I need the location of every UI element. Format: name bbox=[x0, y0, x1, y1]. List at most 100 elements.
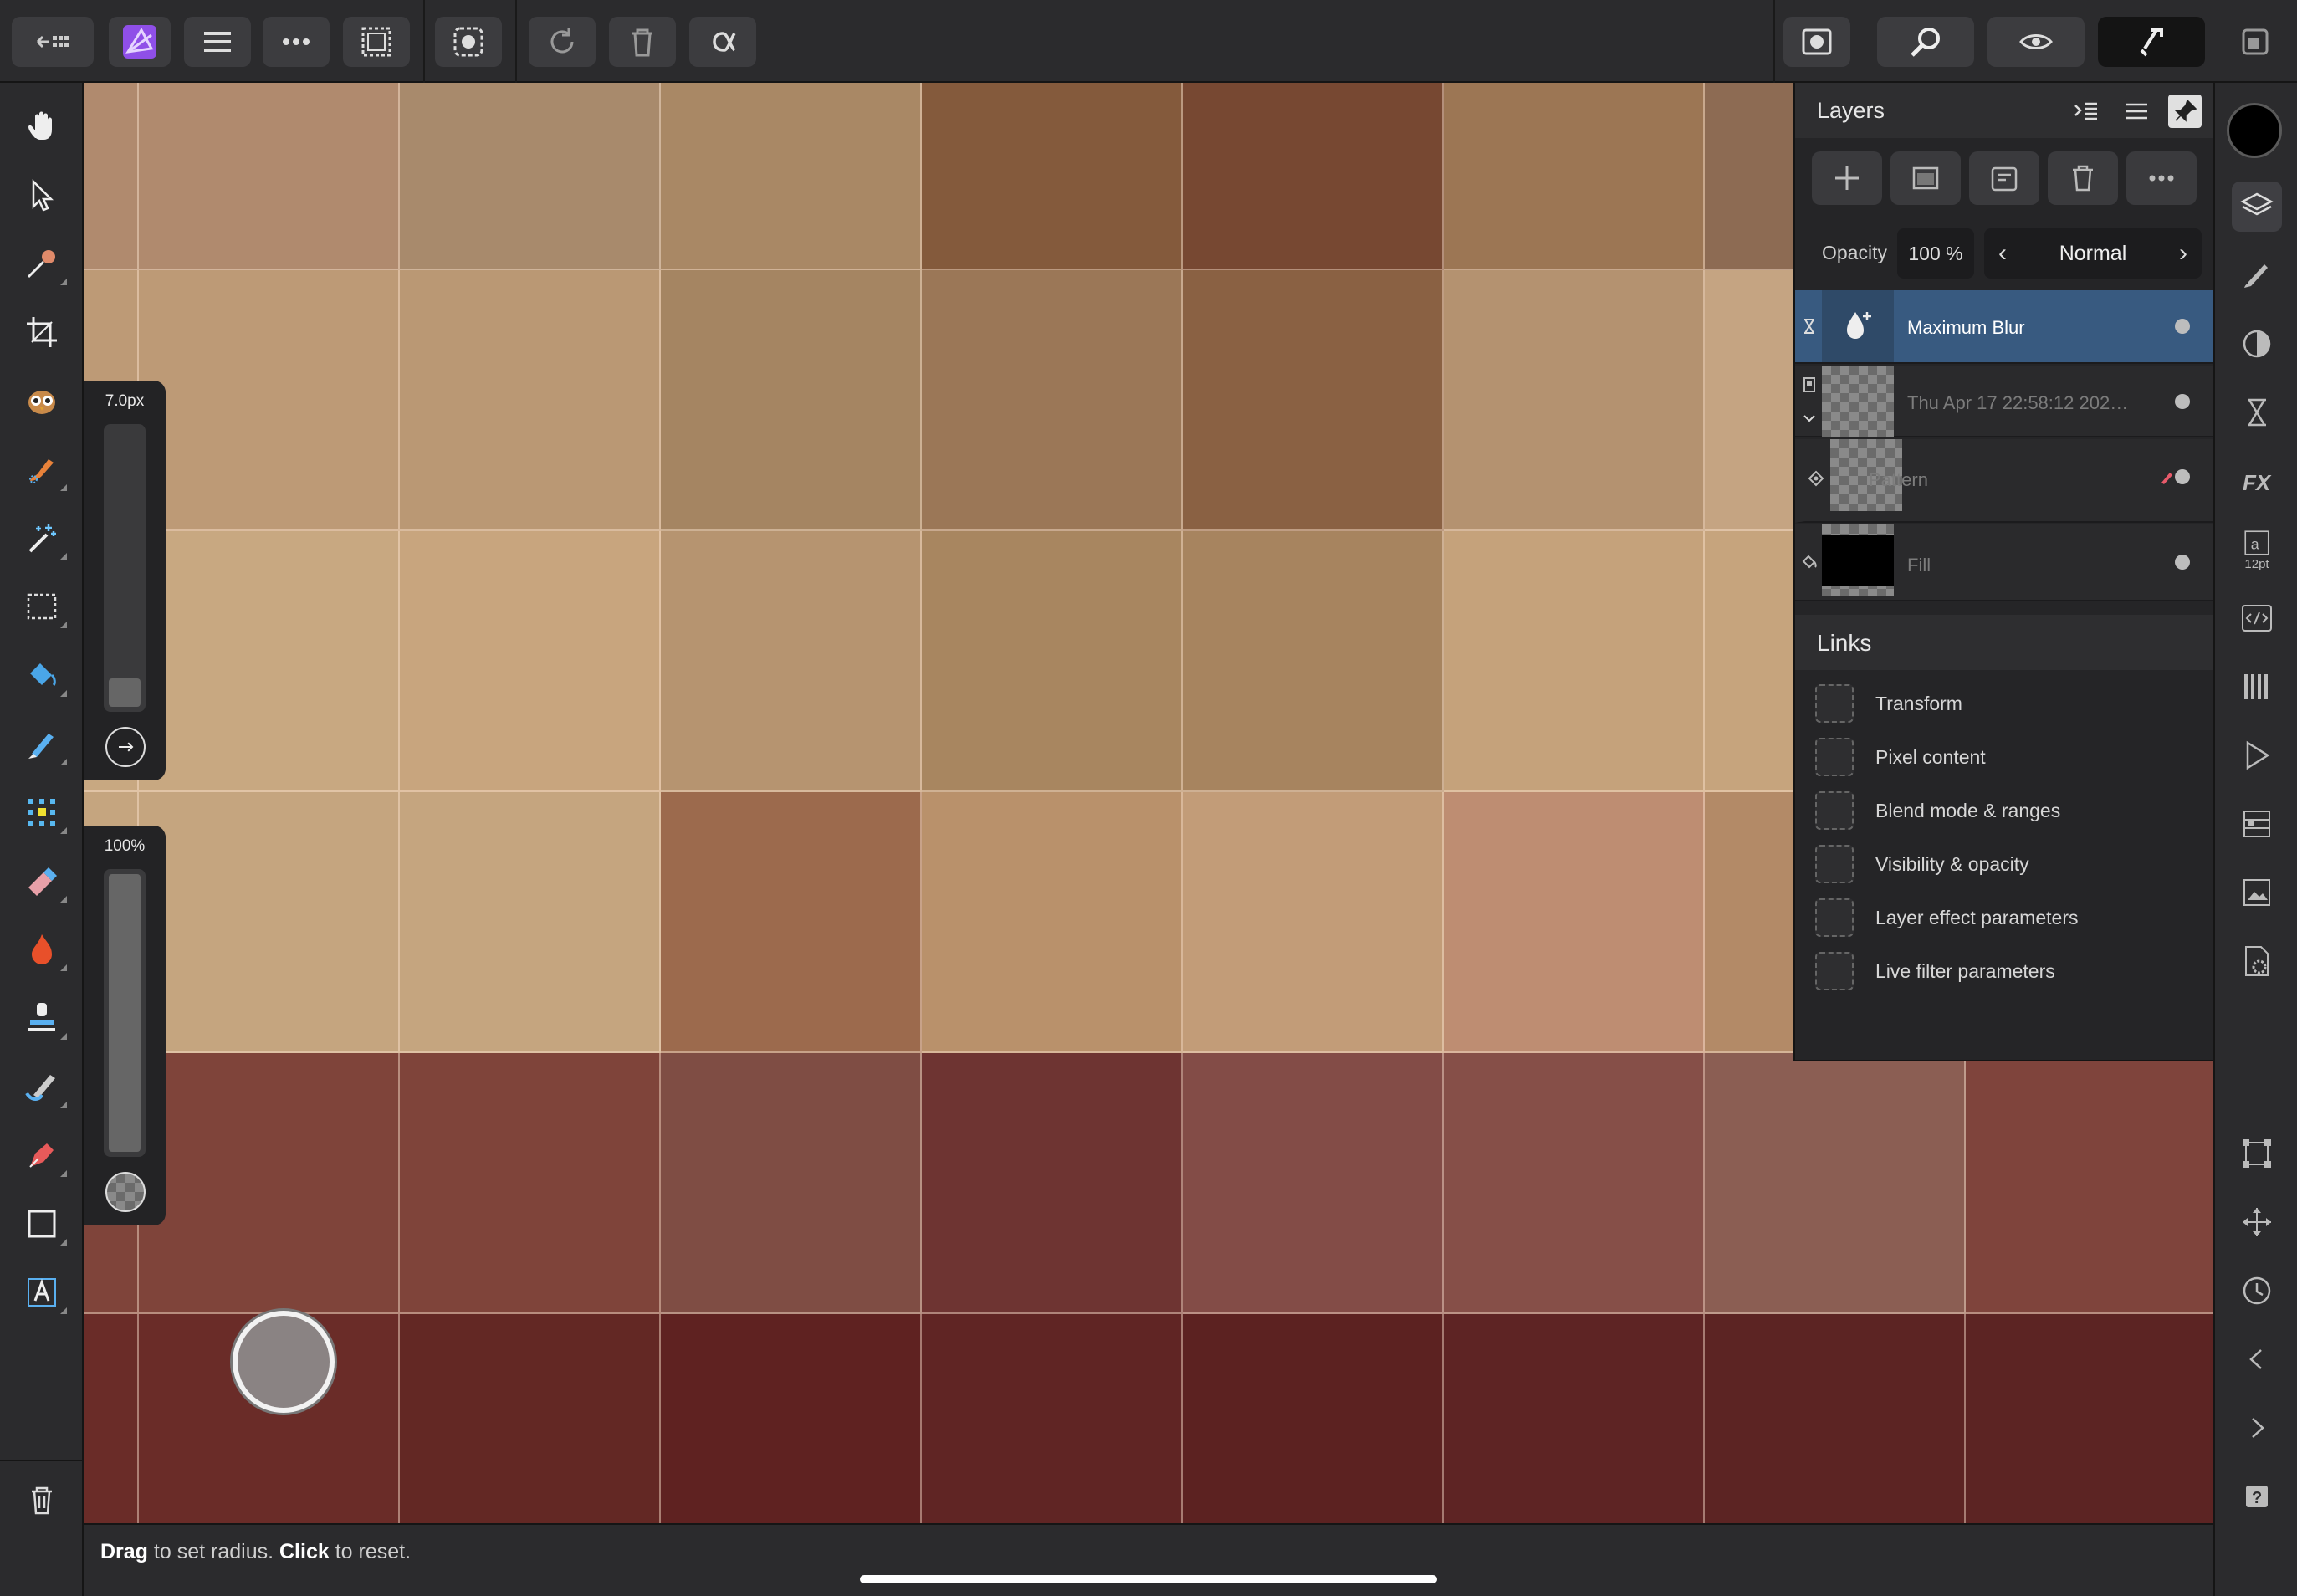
layers-panel-options-button[interactable] bbox=[2069, 95, 2103, 128]
brush-size-mode-button[interactable] bbox=[105, 727, 146, 767]
clone-tool[interactable] bbox=[17, 993, 67, 1043]
link-blend-mode[interactable]: Blend mode & ranges bbox=[1815, 790, 2060, 831]
dodge-burn-tool[interactable] bbox=[17, 924, 67, 974]
transform-panel-button[interactable] bbox=[2232, 1128, 2282, 1179]
opacity-field[interactable]: 100 % bbox=[1897, 228, 1974, 279]
delete-layer-tool[interactable] bbox=[17, 1475, 67, 1525]
add-mask-button[interactable] bbox=[1890, 151, 1961, 205]
brush-opacity-slider[interactable] bbox=[104, 869, 146, 1157]
layer-row-maximum-blur[interactable]: Maximum Blur bbox=[1795, 290, 2213, 364]
layer-visibility-toggle[interactable] bbox=[2175, 394, 2190, 409]
view-tool[interactable] bbox=[17, 101, 67, 151]
alpha-channel-button[interactable] bbox=[689, 17, 756, 67]
layer-visibility-toggle[interactable] bbox=[2175, 555, 2190, 570]
flood-fill-tool[interactable] bbox=[17, 650, 67, 700]
redo-button[interactable] bbox=[2232, 1403, 2282, 1453]
adjustments-studio-button[interactable] bbox=[2232, 319, 2282, 369]
link-checkbox[interactable] bbox=[1815, 952, 1854, 990]
layer-visibility-toggle[interactable] bbox=[2175, 469, 2190, 484]
fx-studio-button[interactable]: FX bbox=[2232, 456, 2282, 506]
erase-tool[interactable] bbox=[17, 856, 67, 906]
layer-visibility-toggle[interactable] bbox=[2175, 319, 2190, 334]
arrange-button[interactable] bbox=[2230, 17, 2280, 67]
link-pixel-content[interactable]: Pixel content bbox=[1815, 736, 1986, 778]
text-tool[interactable] bbox=[17, 1267, 67, 1317]
document-settings-button[interactable] bbox=[2232, 936, 2282, 986]
ellipsis-icon bbox=[2149, 175, 2174, 182]
svg-text:?: ? bbox=[2252, 1489, 2262, 1507]
text-studio-button[interactable]: a 12pt bbox=[2232, 524, 2282, 575]
history-studio-button[interactable] bbox=[2232, 730, 2282, 780]
color-picker-tool[interactable] bbox=[17, 238, 67, 289]
canvas-pixel-cell bbox=[1444, 1053, 1705, 1314]
affinity-photo-logo-icon bbox=[123, 25, 156, 59]
magnet-icon bbox=[2140, 28, 2163, 57]
brush-size-panel: 7.0px bbox=[84, 381, 166, 780]
pen-tool[interactable] bbox=[17, 1130, 67, 1180]
smudge-tool[interactable] bbox=[17, 1061, 67, 1112]
add-group-button[interactable] bbox=[1969, 151, 2039, 205]
link-checkbox[interactable] bbox=[1815, 738, 1854, 776]
undo-button[interactable] bbox=[2232, 1334, 2282, 1384]
link-checkbox[interactable] bbox=[1815, 684, 1854, 723]
link-checkbox[interactable] bbox=[1815, 791, 1854, 830]
selection-button[interactable] bbox=[343, 17, 410, 67]
brush-tool[interactable] bbox=[17, 719, 67, 769]
move-tool[interactable] bbox=[17, 170, 67, 220]
sampler-tool[interactable] bbox=[17, 376, 67, 426]
zoom-button[interactable] bbox=[1877, 17, 1974, 67]
marquee-tool[interactable] bbox=[17, 581, 67, 632]
brushes-studio-button[interactable] bbox=[2232, 250, 2282, 300]
brush-opacity-mode-button[interactable] bbox=[105, 1172, 146, 1212]
magic-wand-tool[interactable] bbox=[17, 513, 67, 563]
back-to-documents-button[interactable] bbox=[12, 17, 94, 67]
expand-chevron-icon[interactable] bbox=[1798, 407, 1820, 429]
link-label: Pixel content bbox=[1875, 745, 1986, 768]
link-checkbox[interactable] bbox=[1815, 845, 1854, 883]
shape-tool[interactable] bbox=[17, 1199, 67, 1249]
navigator-studio-button[interactable] bbox=[2232, 867, 2282, 918]
eraser-icon bbox=[28, 867, 57, 896]
snapping-button[interactable] bbox=[2098, 17, 2205, 67]
brush-size-slider[interactable] bbox=[104, 424, 146, 712]
primary-color-swatch[interactable] bbox=[2227, 103, 2282, 158]
layers-studio-button[interactable] bbox=[2232, 182, 2282, 232]
pin-panel-button[interactable] bbox=[2168, 95, 2202, 128]
blend-mode-next-button[interactable]: › bbox=[2170, 238, 2197, 269]
layer-more-button[interactable] bbox=[2126, 151, 2197, 205]
delete-layer-button[interactable] bbox=[2048, 151, 2118, 205]
channels-studio-button[interactable] bbox=[2232, 662, 2282, 712]
link-visibility-opacity[interactable]: Visibility & opacity bbox=[1815, 843, 2029, 885]
layer-row-pixel-group[interactable]: Thu Apr 17 22:58:12 202… bbox=[1795, 366, 2213, 437]
selection-brush-tool[interactable] bbox=[17, 444, 67, 494]
delete-button[interactable] bbox=[609, 17, 676, 67]
main-menu-button[interactable] bbox=[184, 17, 251, 67]
link-layer-effect-parameters[interactable]: Layer effect parameters bbox=[1815, 897, 2078, 939]
photo-persona-button[interactable] bbox=[109, 17, 171, 67]
layer-row-fill[interactable]: Fill bbox=[1795, 524, 2213, 601]
clock-icon bbox=[2243, 1276, 2271, 1305]
link-transform[interactable]: Transform bbox=[1815, 683, 1962, 724]
assistant-button[interactable] bbox=[1987, 17, 2085, 67]
canvas-pixel-cell bbox=[400, 1314, 661, 1523]
more-options-button[interactable] bbox=[263, 17, 330, 67]
reset-transform-button[interactable] bbox=[529, 17, 596, 67]
quick-mask-button[interactable] bbox=[435, 17, 502, 67]
link-live-filter-parameters[interactable]: Live filter parameters bbox=[1815, 950, 2055, 992]
move-panel-button[interactable] bbox=[2232, 1197, 2282, 1247]
crop-tool[interactable] bbox=[17, 307, 67, 357]
macros-studio-button[interactable] bbox=[2232, 593, 2282, 643]
link-checkbox[interactable] bbox=[1815, 898, 1854, 937]
add-layer-button[interactable] bbox=[1812, 151, 1882, 205]
pixel-tool[interactable] bbox=[17, 787, 67, 837]
view-mode-button[interactable] bbox=[1783, 17, 1850, 67]
canvas-pixel-cell bbox=[139, 83, 400, 270]
layers-panel-menu-button[interactable] bbox=[2120, 95, 2153, 128]
history-panel-button[interactable] bbox=[2232, 1266, 2282, 1316]
help-button[interactable]: ? bbox=[2232, 1471, 2282, 1522]
library-studio-button[interactable] bbox=[2232, 799, 2282, 849]
blend-mode-previous-button[interactable]: ‹ bbox=[1989, 238, 2016, 269]
live-filters-studio-button[interactable] bbox=[2232, 387, 2282, 437]
layer-row-pattern[interactable]: Pattern bbox=[1795, 439, 2213, 523]
blend-mode-selector[interactable]: ‹ Normal › bbox=[1984, 228, 2202, 279]
